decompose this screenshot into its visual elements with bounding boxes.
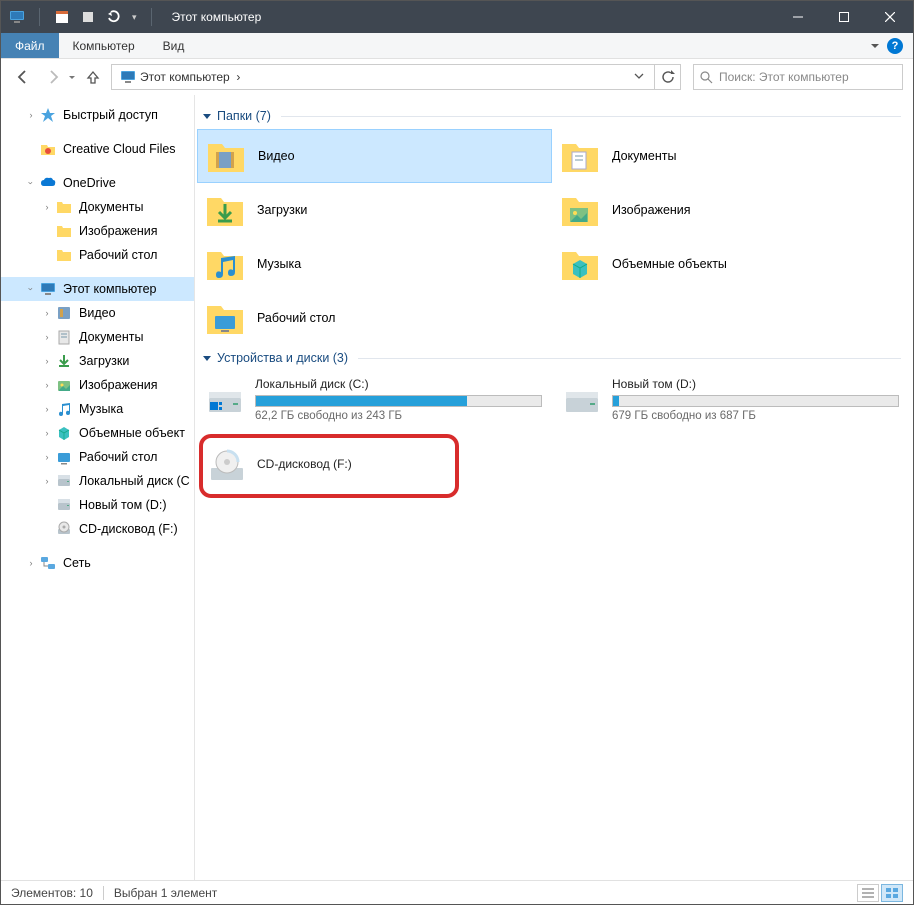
chevron-down-icon <box>203 114 211 119</box>
highlight-annotation: CD-дисковод (F:) <box>199 434 459 498</box>
drive-f-cd[interactable]: CD-дисковод (F:) <box>203 440 455 492</box>
tree-quick-access[interactable]: ›Быстрый доступ <box>1 103 194 127</box>
titlebar: ▾ Этот компьютер <box>1 1 913 33</box>
view-tab[interactable]: Вид <box>149 33 199 58</box>
tree-this-pc[interactable]: ›Этот компьютер <box>1 277 194 301</box>
breadcrumb[interactable]: Этот компьютер › <box>140 70 628 84</box>
folder-desktop[interactable]: Рабочий стол <box>197 291 552 345</box>
drive-c[interactable]: Локальный диск (C:) 62,2 ГБ свободно из … <box>197 371 550 428</box>
main-view: Папки (7) Видео Документы Загрузки <box>195 95 913 880</box>
search-input[interactable]: Поиск: Этот компьютер <box>693 64 903 90</box>
close-button[interactable] <box>867 1 913 33</box>
folder-label: Музыка <box>257 257 301 271</box>
group-title: Папки (7) <box>217 109 271 123</box>
up-button[interactable] <box>81 65 105 89</box>
content-area: ›Быстрый доступ ›Creative Cloud Files ›O… <box>1 95 913 880</box>
drive-usage-bar <box>255 395 542 407</box>
desktop-icon <box>205 298 245 338</box>
folder-label: Изображения <box>612 203 691 217</box>
drive-subtext: 679 ГБ свободно из 687 ГБ <box>612 410 899 422</box>
file-tab[interactable]: Файл <box>1 33 59 58</box>
details-view-button[interactable] <box>857 884 879 902</box>
large-icons-view-button[interactable] <box>881 884 903 902</box>
forward-button[interactable] <box>41 65 65 89</box>
tree-item[interactable]: ›Музыка <box>1 397 194 421</box>
folder-pictures[interactable]: Изображения <box>552 183 907 237</box>
drive-subtext: 62,2 ГБ свободно из 243 ГБ <box>255 410 542 422</box>
tree-item[interactable]: ›Локальный диск (C <box>1 469 194 493</box>
tree-item[interactable]: ›Видео <box>1 301 194 325</box>
music-icon <box>205 244 245 284</box>
drive-d[interactable]: Новый том (D:) 679 ГБ свободно из 687 ГБ <box>554 371 907 428</box>
minimize-button[interactable] <box>775 1 821 33</box>
drive-usage-bar <box>612 395 899 407</box>
status-selection: Выбран 1 элемент <box>114 886 217 900</box>
statusbar: Элементов: 10 Выбран 1 элемент <box>1 880 913 904</box>
drive-name: Локальный диск (C:) <box>255 377 542 391</box>
ribbon-tabs: Файл Компьютер Вид ? <box>1 33 913 59</box>
folder-music[interactable]: Музыка <box>197 237 552 291</box>
documents-icon <box>560 136 600 176</box>
tree-item[interactable]: ›Загрузки <box>1 349 194 373</box>
tree-item[interactable]: ›Рабочий стол <box>1 243 194 267</box>
nav-tree: ›Быстрый доступ ›Creative Cloud Files ›O… <box>1 95 195 880</box>
tree-onedrive[interactable]: ›OneDrive <box>1 171 194 195</box>
window-title: Этот компьютер <box>172 10 775 24</box>
drive-icon <box>205 380 245 420</box>
tree-creative-cloud[interactable]: ›Creative Cloud Files <box>1 137 194 161</box>
downloads-icon <box>205 190 245 230</box>
search-placeholder: Поиск: Этот компьютер <box>719 70 849 84</box>
cd-drive-icon <box>207 446 247 486</box>
properties-icon[interactable] <box>54 9 70 25</box>
3d-objects-icon <box>560 244 600 284</box>
folder-downloads[interactable]: Загрузки <box>197 183 552 237</box>
refresh-button[interactable] <box>655 64 681 90</box>
tree-item[interactable]: ›Изображения <box>1 219 194 243</box>
folder-label: Рабочий стол <box>257 311 335 325</box>
folder-documents[interactable]: Документы <box>552 129 907 183</box>
folder-label: Документы <box>612 149 676 163</box>
tree-item[interactable]: ›Объемные объект <box>1 421 194 445</box>
customize-qat-dropdown[interactable]: ▾ <box>132 12 137 23</box>
drive-name: CD-дисковод (F:) <box>257 457 451 471</box>
folder-label: Видео <box>258 149 295 163</box>
help-icon[interactable]: ? <box>887 38 903 54</box>
drive-icon <box>562 380 602 420</box>
tree-network[interactable]: ›Сеть <box>1 551 194 575</box>
this-pc-icon <box>9 9 25 25</box>
address-pc-icon <box>120 69 136 85</box>
tree-item[interactable]: ›Изображения <box>1 373 194 397</box>
address-bar[interactable]: Этот компьютер › <box>111 64 655 90</box>
computer-tab[interactable]: Компьютер <box>59 33 149 58</box>
folders-group-header[interactable]: Папки (7) <box>195 103 909 129</box>
undo-icon[interactable] <box>106 9 122 25</box>
folder-videos[interactable]: Видео <box>197 129 552 183</box>
pictures-icon <box>560 190 600 230</box>
navigation-bar: Этот компьютер › Поиск: Этот компьютер <box>1 59 913 95</box>
drive-name: Новый том (D:) <box>612 377 899 391</box>
back-button[interactable] <box>11 65 35 89</box>
tree-item[interactable]: ›Рабочий стол <box>1 445 194 469</box>
explorer-window: ▾ Этот компьютер Файл Компьютер Вид ? Эт… <box>0 0 914 905</box>
chevron-down-icon <box>203 356 211 361</box>
search-icon <box>700 71 713 84</box>
new-folder-icon[interactable] <box>80 9 96 25</box>
tree-item[interactable]: ›Документы <box>1 195 194 219</box>
maximize-button[interactable] <box>821 1 867 33</box>
videos-icon <box>206 136 246 176</box>
tree-item[interactable]: ›Новый том (D:) <box>1 493 194 517</box>
ribbon-expand-icon[interactable] <box>871 44 879 48</box>
folder-3d-objects[interactable]: Объемные объекты <box>552 237 907 291</box>
tree-item[interactable]: ›CD-дисковод (F:) <box>1 517 194 541</box>
folder-label: Загрузки <box>257 203 307 217</box>
drives-group-header[interactable]: Устройства и диски (3) <box>195 345 909 371</box>
group-title: Устройства и диски (3) <box>217 351 348 365</box>
status-items-count: Элементов: 10 <box>11 886 93 900</box>
address-dropdown-icon[interactable] <box>628 70 650 84</box>
recent-dropdown[interactable] <box>69 76 75 79</box>
tree-item[interactable]: ›Документы <box>1 325 194 349</box>
folder-label: Объемные объекты <box>612 257 727 271</box>
